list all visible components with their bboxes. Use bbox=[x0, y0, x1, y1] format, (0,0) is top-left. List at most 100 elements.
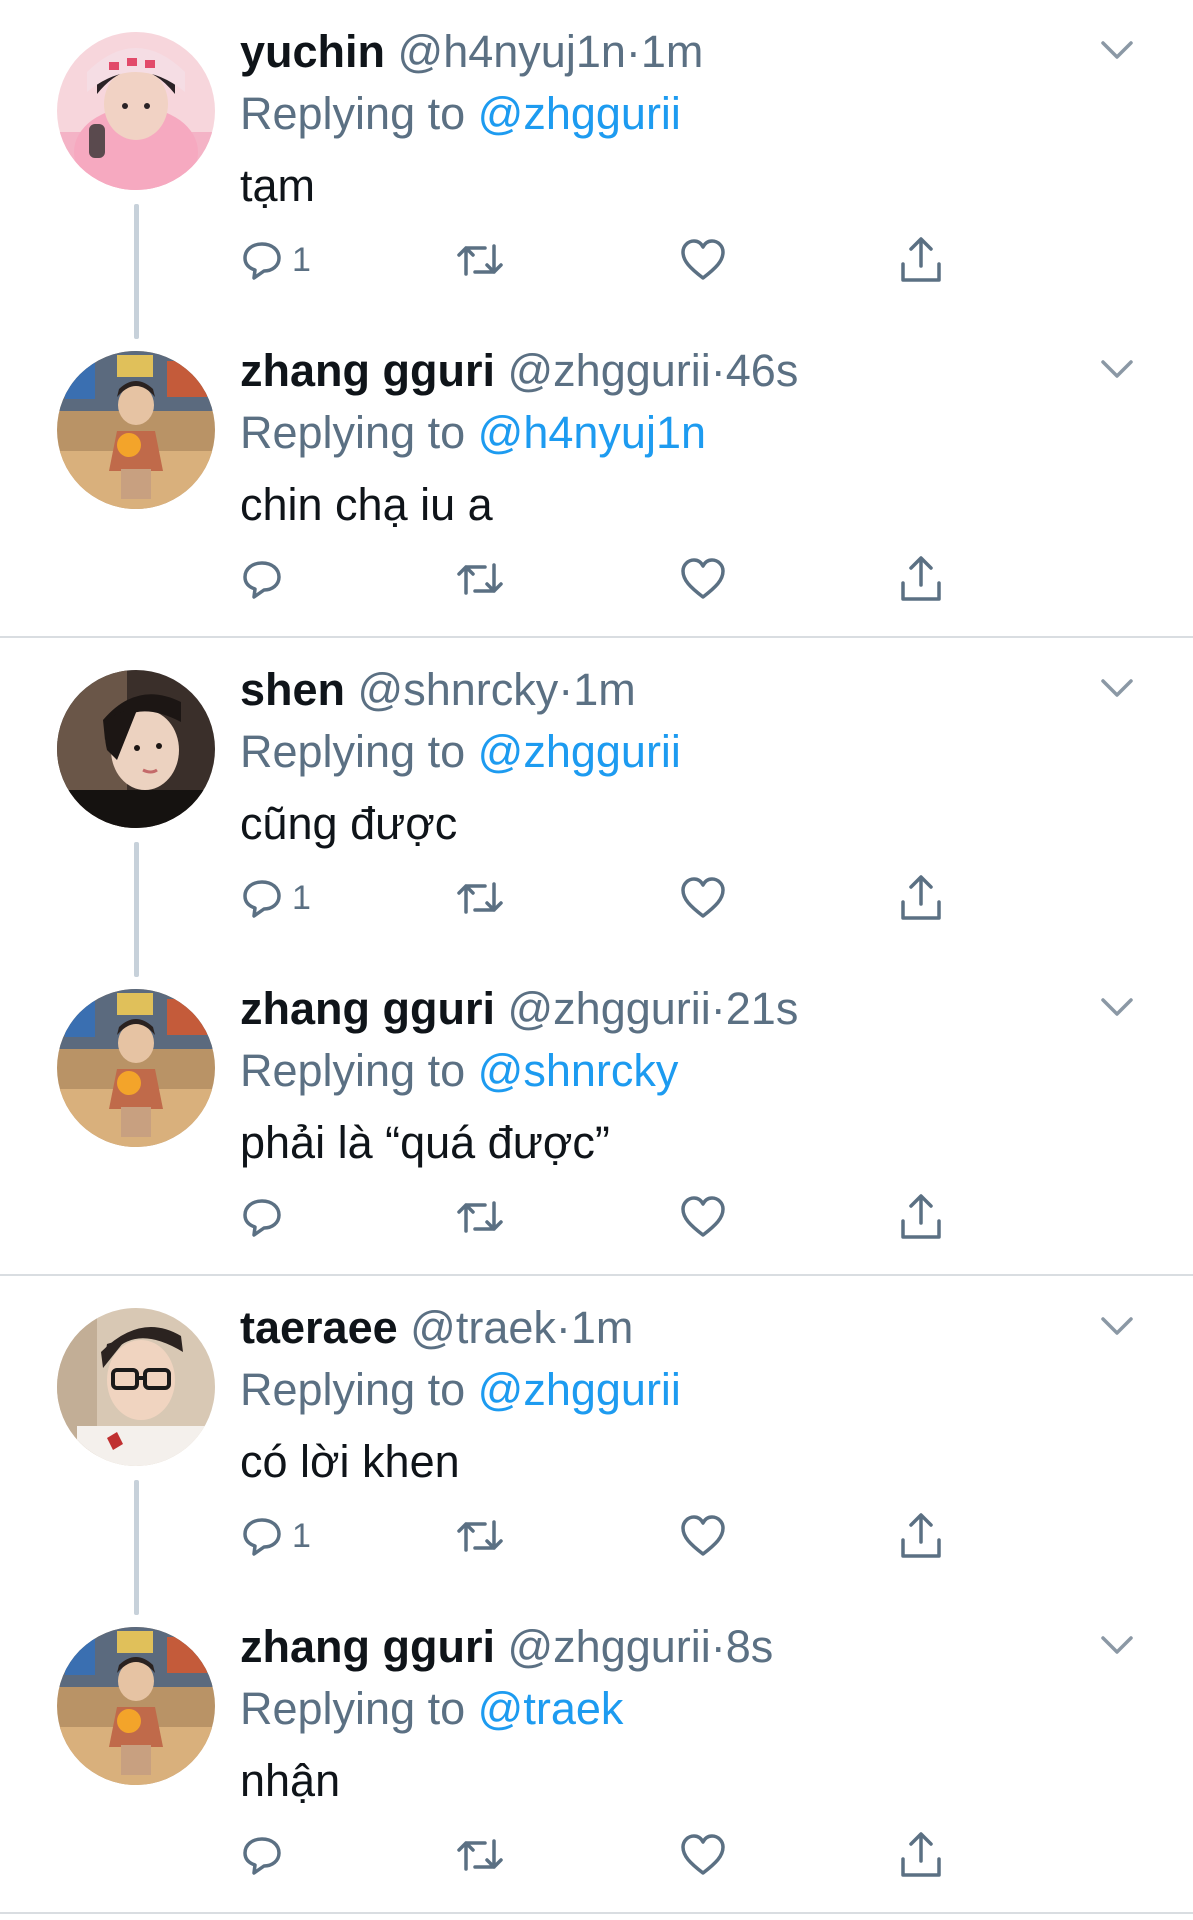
tweet-text: có lời khen bbox=[240, 1436, 460, 1487]
retweet-icon bbox=[457, 563, 503, 595]
replying-to-handle[interactable]: @zhggurii bbox=[478, 726, 681, 777]
reply-button[interactable]: 1 bbox=[240, 868, 311, 928]
replying-to-handle[interactable]: @shnrcky bbox=[478, 1045, 679, 1096]
timestamp[interactable]: 8s bbox=[726, 1621, 774, 1672]
separator-dot: · bbox=[555, 1302, 571, 1353]
like-button[interactable] bbox=[680, 1825, 726, 1885]
tweet[interactable]: zhang gguri @zhggurii·8s Replying to @tr… bbox=[0, 1595, 1193, 1914]
reply-button[interactable]: 1 bbox=[240, 230, 311, 290]
replying-to-label: Replying to bbox=[240, 1045, 466, 1096]
tweet[interactable]: shen @shnrcky·1m Replying to @zhggurii c… bbox=[0, 638, 1193, 977]
reply-button[interactable] bbox=[240, 1187, 292, 1247]
tweet-text: chin chạ iu a bbox=[240, 479, 493, 530]
replying-to-handle[interactable]: @zhggurii bbox=[478, 88, 681, 139]
replying-to-handle[interactable]: @zhggurii bbox=[478, 1364, 681, 1415]
separator-dot: · bbox=[710, 983, 726, 1034]
tweet-text: tạm bbox=[240, 160, 316, 211]
replying-to-line: Replying to @zhggurii bbox=[240, 1360, 681, 1420]
user-handle[interactable]: @h4nyuj1n bbox=[398, 26, 626, 77]
replying-to-line: Replying to @shnrcky bbox=[240, 1041, 678, 1101]
reply-count: 1 bbox=[292, 1517, 311, 1555]
timestamp[interactable]: 1m bbox=[573, 664, 636, 715]
retweet-button[interactable] bbox=[455, 549, 505, 609]
replying-to-line: Replying to @zhggurii bbox=[240, 722, 681, 782]
like-button[interactable] bbox=[680, 1187, 726, 1247]
avatar[interactable] bbox=[57, 670, 215, 828]
retweet-button[interactable] bbox=[455, 1187, 505, 1247]
like-button[interactable] bbox=[680, 230, 726, 290]
conversation-group: shen @shnrcky·1m Replying to @zhggurii c… bbox=[0, 638, 1193, 1274]
display-name[interactable]: zhang gguri bbox=[240, 345, 495, 396]
avatar[interactable] bbox=[57, 351, 215, 509]
chevron-down-icon[interactable] bbox=[1097, 1312, 1137, 1340]
avatar[interactable] bbox=[57, 1308, 215, 1466]
replying-to-label: Replying to bbox=[240, 88, 466, 139]
share-button[interactable] bbox=[898, 230, 944, 290]
retweet-button[interactable] bbox=[455, 868, 505, 928]
replying-to-label: Replying to bbox=[240, 1364, 466, 1415]
display-name[interactable]: yuchin bbox=[240, 26, 385, 77]
chevron-down-icon[interactable] bbox=[1097, 674, 1137, 702]
reply-icon bbox=[243, 1518, 281, 1556]
display-name[interactable]: taeraee bbox=[240, 1302, 398, 1353]
user-handle[interactable]: @zhggurii bbox=[508, 983, 711, 1034]
avatar[interactable] bbox=[57, 1627, 215, 1785]
reply-button[interactable] bbox=[240, 549, 292, 609]
chevron-down-icon[interactable] bbox=[1097, 1631, 1137, 1659]
tweet-header: zhang gguri @zhggurii·8s bbox=[240, 1617, 773, 1677]
tweet-text: cũng được bbox=[240, 798, 458, 849]
retweet-button[interactable] bbox=[455, 1506, 505, 1566]
display-name[interactable]: zhang gguri bbox=[240, 983, 495, 1034]
chevron-down-icon[interactable] bbox=[1097, 36, 1137, 64]
share-button[interactable] bbox=[898, 868, 944, 928]
display-name[interactable]: shen bbox=[240, 664, 345, 715]
tweet[interactable]: yuchin @h4nyuj1n·1m Replying to @zhgguri… bbox=[0, 0, 1193, 339]
retweet-icon bbox=[457, 1839, 503, 1871]
user-handle[interactable]: @traek bbox=[410, 1302, 556, 1353]
retweet-button[interactable] bbox=[455, 230, 505, 290]
retweet-icon bbox=[457, 244, 503, 276]
like-button[interactable] bbox=[680, 868, 726, 928]
tweet-header: shen @shnrcky·1m bbox=[240, 660, 636, 720]
tweet[interactable]: taeraee @traek·1m Replying to @zhggurii … bbox=[0, 1276, 1193, 1615]
avatar[interactable] bbox=[57, 989, 215, 1147]
timestamp[interactable]: 21s bbox=[726, 983, 799, 1034]
display-name[interactable]: zhang gguri bbox=[240, 1621, 495, 1672]
replying-to-label: Replying to bbox=[240, 407, 466, 458]
tweet-header: zhang gguri @zhggurii·21s bbox=[240, 979, 798, 1039]
reply-icon bbox=[243, 561, 281, 599]
tweet[interactable]: zhang gguri @zhggurii·46s Replying to @h… bbox=[0, 319, 1193, 638]
timestamp[interactable]: 46s bbox=[726, 345, 799, 396]
replying-to-handle[interactable]: @h4nyuj1n bbox=[478, 407, 706, 458]
share-button[interactable] bbox=[898, 1506, 944, 1566]
timestamp[interactable]: 1m bbox=[571, 1302, 634, 1353]
chevron-down-icon[interactable] bbox=[1097, 355, 1137, 383]
replying-to-handle[interactable]: @traek bbox=[478, 1683, 624, 1734]
share-button[interactable] bbox=[898, 1825, 944, 1885]
conversation-group: yuchin @h4nyuj1n·1m Replying to @zhgguri… bbox=[0, 0, 1193, 636]
reply-feed: yuchin @h4nyuj1n·1m Replying to @zhgguri… bbox=[0, 0, 1193, 1920]
tweet[interactable]: zhang gguri @zhggurii·21s Replying to @s… bbox=[0, 957, 1193, 1276]
share-button[interactable] bbox=[898, 1187, 944, 1247]
reply-icon bbox=[243, 1837, 281, 1875]
share-icon bbox=[901, 875, 941, 920]
user-handle[interactable]: @zhggurii bbox=[508, 1621, 711, 1672]
tweet-actions bbox=[0, 1187, 1193, 1247]
like-button[interactable] bbox=[680, 549, 726, 609]
share-button[interactable] bbox=[898, 549, 944, 609]
like-button[interactable] bbox=[680, 1506, 726, 1566]
reply-count: 1 bbox=[292, 241, 311, 279]
retweet-button[interactable] bbox=[455, 1825, 505, 1885]
chevron-down-icon[interactable] bbox=[1097, 993, 1137, 1021]
tweet-header: zhang gguri @zhggurii·46s bbox=[240, 341, 798, 401]
avatar[interactable] bbox=[57, 32, 215, 190]
timestamp[interactable]: 1m bbox=[641, 26, 704, 77]
replying-to-label: Replying to bbox=[240, 1683, 466, 1734]
user-handle[interactable]: @shnrcky bbox=[358, 664, 559, 715]
share-icon bbox=[901, 1194, 941, 1239]
reply-button[interactable]: 1 bbox=[240, 1506, 311, 1566]
user-handle[interactable]: @zhggurii bbox=[508, 345, 711, 396]
share-icon bbox=[901, 1832, 941, 1877]
reply-button[interactable] bbox=[240, 1825, 292, 1885]
separator-dot: · bbox=[558, 664, 574, 715]
